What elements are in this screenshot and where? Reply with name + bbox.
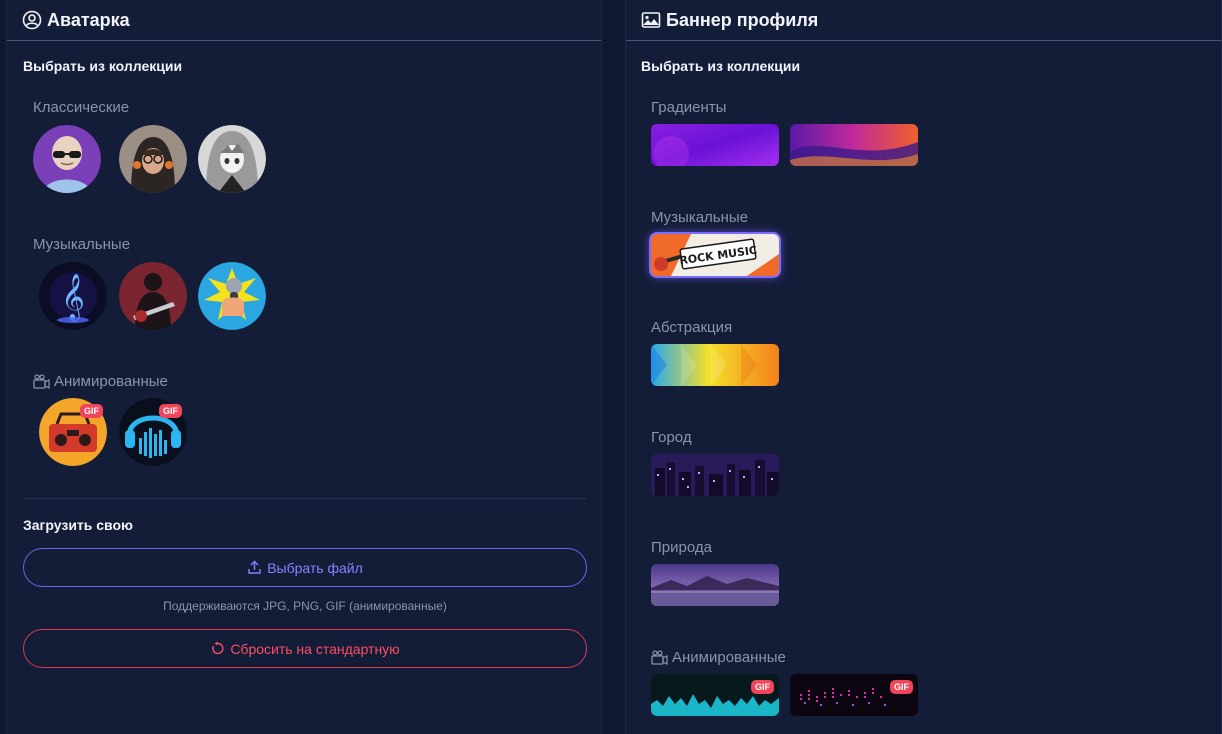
banner-group-abstract-label: Абстракция [651,319,733,336]
avatar-collection-title: Выбрать из коллекции [23,58,183,74]
avatar-option-treble-clef[interactable]: 𝄞 [39,262,107,330]
banner-group-animated-label: Анимированные [651,649,786,666]
avatar-option-anime-girl[interactable] [198,125,266,193]
avatar-panel: Аватарка Выбрать из коллекции Классическ… [6,0,602,734]
banner-option-city-night[interactable] [651,454,779,496]
avatar-group-classic-label: Классические [33,99,130,116]
video-camera-icon [651,650,668,665]
user-circle-icon [22,10,42,30]
banner-group-music-label: Музыкальные [651,209,749,226]
upload-icon [248,560,261,574]
banner-group-nature-label: Природа [651,539,712,556]
banner-option-pink-wave-gradient[interactable] [790,124,918,166]
banner-group-gradients-label: Градиенты [651,99,727,116]
upload-hint: Поддерживаются JPG, PNG, GIF (анимирован… [163,599,447,613]
reset-icon [212,641,224,655]
video-camera-icon [33,374,50,389]
upload-title: Загрузить свою [23,517,133,533]
banner-panel-title: Баннер профиля [666,9,819,30]
avatar-option-hooded-girl[interactable] [119,125,187,193]
avatar-group-animated-label: Анимированные [33,373,168,390]
avatar-option-bald-sunglasses[interactable] [33,125,101,193]
banner-option-purple-gradient[interactable] [651,124,779,166]
banner-option-rock-music[interactable]: ROCK MUSIC [651,234,779,276]
banner-option-nature-lake[interactable] [651,564,779,606]
banner-option-abstract-triangles[interactable] [651,344,779,386]
upload-file-button[interactable]: Выбрать файл [23,548,587,587]
image-icon [641,12,661,28]
gif-badge: GIF [80,404,103,418]
gif-badge: GIF [751,680,774,694]
avatar-option-microphone[interactable] [198,262,266,330]
reset-default-button[interactable]: Сбросить на стандартную [23,629,587,668]
gif-badge: GIF [159,404,182,418]
banner-panel-header: Баннер профиля [626,0,1221,41]
avatar-panel-title: Аватарка [47,9,130,30]
avatar-option-guitarist[interactable] [119,262,187,330]
avatar-group-music-label: Музыкальные [33,236,131,253]
banner-panel: Баннер профиля Выбрать из коллекции Град… [625,0,1222,734]
avatar-panel-header: Аватарка [7,0,601,41]
banner-group-city-label: Город [651,429,692,446]
banner-collection-title: Выбрать из коллекции [641,58,801,74]
gif-badge: GIF [890,680,913,694]
svg-text:𝄞: 𝄞 [61,274,85,322]
section-divider [23,498,586,499]
